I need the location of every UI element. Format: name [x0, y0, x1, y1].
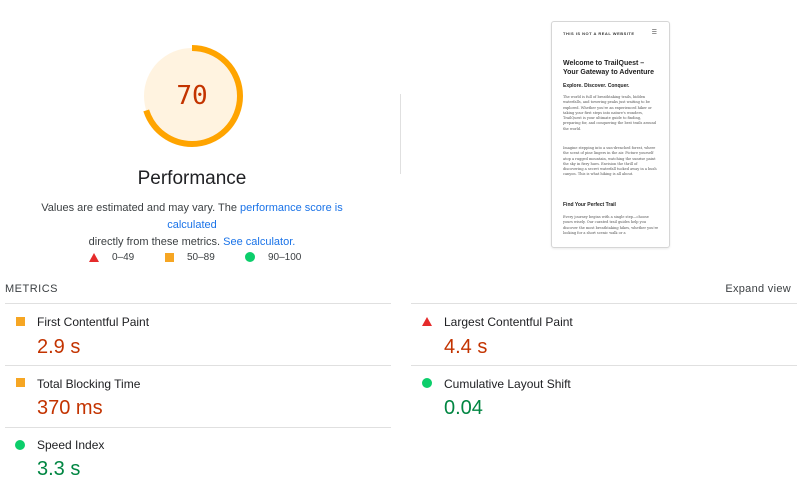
metric-tbt-value: 370 ms: [37, 397, 103, 419]
description-text: Values are estimated and may vary. The: [41, 202, 240, 214]
preview-brand: THIS IS NOT A REAL WEBSITE: [563, 31, 635, 36]
metric-divider: [5, 427, 391, 428]
orange-square-icon: [16, 317, 25, 326]
green-circle-icon: [245, 252, 255, 262]
green-circle-icon: [15, 440, 25, 450]
green-circle-icon: [422, 378, 432, 388]
legend-fail: 0–49: [89, 250, 134, 264]
metric-divider: [411, 365, 797, 366]
red-triangle-icon: [89, 252, 99, 262]
description-text-2: directly from these metrics.: [88, 236, 224, 248]
see-calculator-link[interactable]: See calculator.: [223, 236, 295, 248]
preview-subheading: Explore. Discover. Conquer.: [563, 83, 630, 89]
vertical-divider: [400, 94, 401, 174]
metric-lcp-title: Largest Contentful Paint: [444, 315, 573, 329]
orange-square-icon: [165, 252, 174, 262]
legend-fail-label: 0–49: [112, 251, 135, 263]
metric-divider: [5, 303, 391, 304]
performance-score: 70: [176, 81, 208, 111]
preview-heading-2: Find Your Perfect Trail: [563, 202, 616, 208]
red-triangle-icon: [422, 317, 432, 326]
metric-lcp-value: 4.4 s: [444, 336, 488, 358]
metrics-heading: METRICS: [5, 283, 58, 295]
metric-divider: [411, 303, 797, 304]
metric-si-value: 3.3 s: [37, 458, 81, 480]
legend-pass-label: 90–100: [268, 251, 302, 263]
legend-average-label: 50–89: [187, 251, 215, 263]
metric-cls-value: 0.04: [444, 397, 483, 419]
performance-description: Values are estimated and may vary. The p…: [20, 200, 364, 251]
metric-tbt-title: Total Blocking Time: [37, 377, 141, 391]
page-screenshot-preview[interactable]: THIS IS NOT A REAL WEBSITE ☰ Welcome to …: [551, 21, 670, 248]
preview-paragraph-2: Imagine stepping into a sun-drenched for…: [563, 146, 657, 177]
performance-title: Performance: [137, 168, 247, 189]
legend-pass: 90–100: [245, 250, 301, 264]
metric-fcp-title: First Contentful Paint: [37, 315, 150, 329]
preview-paragraph-3: Every journey begins with a single step—…: [563, 215, 659, 235]
metric-cls-title: Cumulative Layout Shift: [444, 377, 571, 391]
preview-paragraph-1: The world is full of breathtaking trails…: [563, 95, 657, 131]
metric-divider: [5, 365, 391, 366]
hamburger-menu-icon: ☰: [651, 30, 657, 36]
metric-si-title: Speed Index: [37, 438, 105, 452]
expand-view-toggle[interactable]: Expand view: [700, 283, 791, 295]
orange-square-icon: [16, 378, 25, 387]
legend-average: 50–89: [165, 250, 215, 264]
preview-heading: Welcome to TrailQuest – Your Gateway to …: [563, 60, 655, 76]
metric-fcp-value: 2.9 s: [37, 336, 81, 358]
